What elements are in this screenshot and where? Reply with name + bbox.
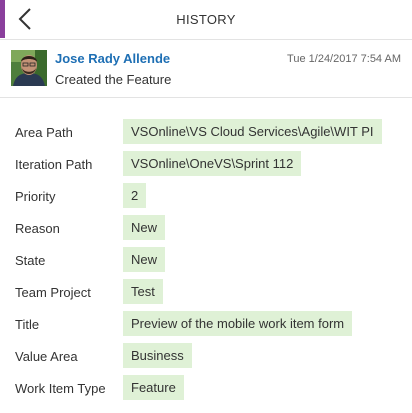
author-name-link[interactable]: Jose Rady Allende (55, 51, 170, 66)
entry-timestamp: Tue 1/24/2017 7:54 AM (287, 53, 401, 65)
field-label: Reason (15, 221, 60, 236)
avatar (11, 50, 47, 86)
field-value: Business (123, 343, 192, 368)
field-value: New (123, 215, 166, 240)
field-row-work-item-type: Work Item Type Feature (0, 373, 412, 405)
changed-fields-list: Area Path VSOnline\VS Cloud Services\Agi… (0, 117, 412, 405)
history-entry: Jose Rady Allende Tue 1/24/2017 7:54 AM … (0, 40, 412, 98)
field-value: VSOnline\OneVS\Sprint 112 (123, 151, 302, 176)
page-title: HISTORY (176, 12, 236, 27)
field-row-state: State New (0, 245, 412, 277)
field-row-team-project: Team Project Test (0, 277, 412, 309)
field-row-area-path: Area Path VSOnline\VS Cloud Services\Agi… (0, 117, 412, 149)
field-label: Iteration Path (15, 157, 93, 172)
field-row-iteration-path: Iteration Path VSOnline\OneVS\Sprint 112 (0, 149, 412, 181)
field-label: Title (15, 317, 40, 332)
field-value: 2 (123, 183, 147, 208)
field-label: Value Area (15, 349, 78, 364)
field-label: Area Path (15, 125, 73, 140)
field-value: Test (123, 279, 163, 304)
field-value: Preview of the mobile work item form (123, 311, 353, 336)
field-value: VSOnline\VS Cloud Services\Agile\WIT PI (123, 119, 382, 144)
field-value: New (123, 247, 166, 272)
field-row-reason: Reason New (0, 213, 412, 245)
field-row-value-area: Value Area Business (0, 341, 412, 373)
field-label: Priority (15, 189, 56, 204)
field-label: Work Item Type (15, 381, 106, 396)
field-row-priority: Priority 2 (0, 181, 412, 213)
field-label: State (15, 253, 46, 268)
header: HISTORY (0, 0, 412, 40)
field-row-title: Title Preview of the mobile work item fo… (0, 309, 412, 341)
entry-action: Created the Feature (55, 72, 172, 87)
field-label: Team Project (15, 285, 91, 300)
field-value: Feature (123, 375, 184, 400)
